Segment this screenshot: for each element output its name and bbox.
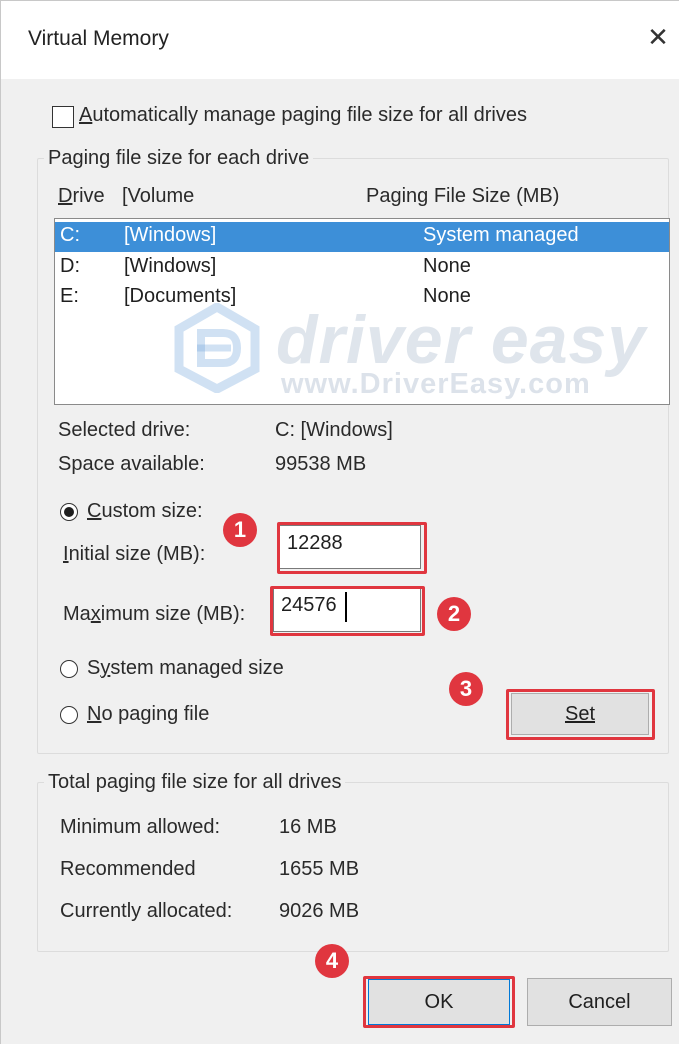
- currently-allocated-value: 9026 MB: [279, 900, 360, 922]
- system-managed-radio[interactable]: [60, 660, 78, 678]
- header-drive-mnemonic: D: [58, 185, 73, 207]
- drive-paging-size: System managed: [423, 224, 579, 246]
- header-drive-text: rive: [72, 185, 105, 207]
- virtual-memory-dialog: Virtual Memory ✕ Automatically manage pa…: [0, 0, 679, 1044]
- maximum-size-text-a: Ma: [63, 603, 91, 625]
- watermark-url: www.DriverEasy.com: [281, 368, 591, 400]
- highlight-maximum-size: [270, 586, 425, 636]
- drive-letter: E:: [60, 285, 79, 307]
- maximum-size-label: Maximum size (MB):: [63, 603, 245, 626]
- window-title: Virtual Memory: [28, 27, 169, 50]
- space-available-value: 99538 MB: [275, 453, 367, 475]
- system-managed-mnemonic: y: [100, 657, 111, 679]
- auto-manage-checkbox[interactable]: [52, 106, 74, 128]
- title-bar: Virtual Memory ✕: [1, 1, 679, 79]
- drive-letter: C:: [60, 224, 80, 246]
- selected-drive-value: C: [Windows]: [275, 419, 393, 441]
- currently-allocated-label: Currently allocated:: [60, 900, 233, 922]
- custom-size-radio[interactable]: [60, 503, 78, 521]
- system-managed-text-a: S: [87, 657, 101, 679]
- custom-size-label[interactable]: Custom size:: [87, 500, 203, 523]
- recommended-value: 1655 MB: [279, 858, 360, 880]
- auto-manage-label[interactable]: Automatically manage paging file size fo…: [79, 104, 527, 127]
- no-paging-radio[interactable]: [60, 706, 78, 724]
- system-managed-text-b: stem managed size: [110, 657, 284, 679]
- drive-volume: [Windows]: [124, 255, 217, 277]
- step-badge-2: 2: [437, 597, 471, 631]
- header-paging-size[interactable]: Paging File Size (MB): [366, 185, 559, 208]
- step-badge-1: 1: [223, 513, 257, 547]
- minimum-allowed-value: 16 MB: [279, 816, 337, 838]
- total-group-title: Total paging file size for all drives: [44, 771, 346, 794]
- drive-row-d[interactable]: D: [Windows] None: [55, 253, 669, 283]
- drive-row-c[interactable]: C: [Windows] System managed: [55, 222, 669, 252]
- no-paging-text: o paging file: [101, 703, 210, 725]
- selected-drive-label: Selected drive:: [58, 419, 191, 441]
- no-paging-mnemonic: N: [87, 703, 102, 725]
- custom-size-mnemonic: C: [87, 500, 102, 522]
- recommended-label: Recommended: [60, 858, 196, 880]
- auto-manage-label-text: utomatically manage paging file size for…: [92, 104, 528, 126]
- header-volume[interactable]: [Volume: [122, 185, 194, 208]
- system-managed-label[interactable]: System managed size: [87, 657, 284, 680]
- space-available-label: Space available:: [58, 453, 205, 475]
- cancel-button[interactable]: Cancel: [527, 978, 672, 1026]
- step-badge-3: 3: [449, 672, 483, 706]
- drive-letter: D:: [60, 255, 80, 277]
- minimum-allowed-label: Minimum allowed:: [60, 816, 221, 838]
- initial-size-label: Initial size (MB):: [63, 543, 205, 566]
- header-drive[interactable]: Drive: [58, 185, 105, 208]
- highlight-ok-button: [363, 976, 515, 1028]
- no-paging-label[interactable]: No paging file: [87, 703, 209, 726]
- paging-group-title: Paging file size for each drive: [44, 147, 314, 170]
- step-badge-4: 4: [315, 944, 349, 978]
- watermark-logo-icon: [174, 303, 260, 393]
- maximum-size-text-b: imum size (MB):: [100, 603, 246, 625]
- drive-paging-size: None: [423, 255, 471, 277]
- highlight-initial-size: [277, 522, 427, 574]
- drive-volume: [Windows]: [124, 224, 217, 246]
- custom-size-text: ustom size:: [101, 500, 203, 522]
- auto-manage-label-mnemonic: A: [79, 104, 93, 126]
- close-icon[interactable]: ✕: [644, 23, 672, 51]
- highlight-set-button: [506, 689, 655, 740]
- maximum-size-mnemonic: x: [90, 603, 101, 625]
- radio-selected-dot: [64, 507, 74, 517]
- initial-size-text: nitial size (MB):: [68, 543, 206, 565]
